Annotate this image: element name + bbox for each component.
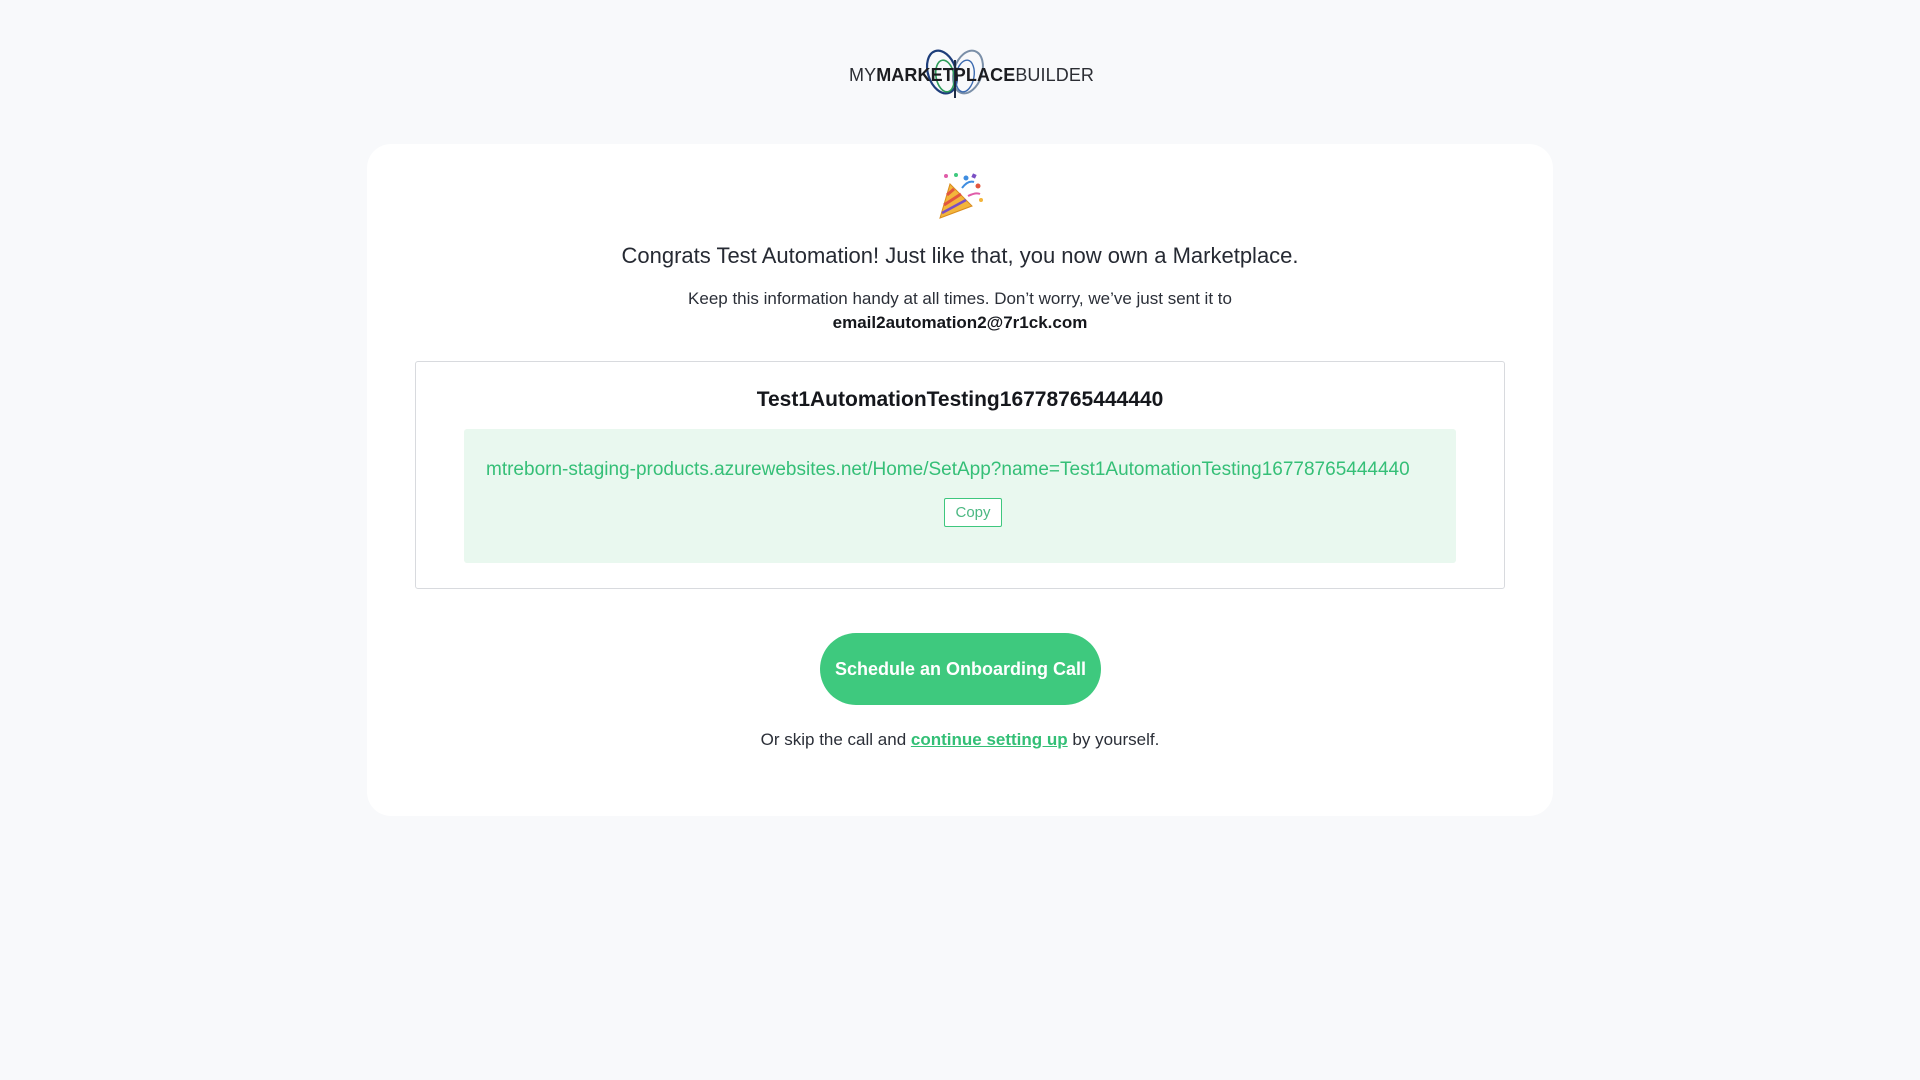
party-popper-icon	[939, 173, 983, 219]
brand-suffix: BUILDER	[1015, 65, 1095, 85]
continue-setting-up-link[interactable]: continue setting up	[911, 730, 1068, 749]
marketplace-name: Test1AutomationTesting16778765444440	[756, 388, 1164, 411]
copy-url-button[interactable]: Copy	[944, 498, 1002, 527]
marketplace-url[interactable]: mtreborn-staging-products.azurewebsites.…	[486, 459, 1436, 481]
congrats-headline: Congrats Test Automation! Just like that…	[621, 243, 1299, 268]
success-card: Congrats Test Automation! Just like that…	[367, 144, 1553, 816]
skip-text-after: by yourself.	[1072, 730, 1160, 749]
recipient-email: email2automation2@7r1ck.com	[832, 313, 1088, 332]
brand-prefix: MY	[849, 65, 877, 85]
marketplace-url-panel: mtreborn-staging-products.azurewebsites.…	[464, 429, 1456, 563]
skip-call-text: Or skip the call and continue setting up…	[367, 730, 1553, 750]
skip-text-before: Or skip the call and	[760, 730, 907, 749]
info-subline: Keep this information handy at all times…	[688, 289, 1232, 308]
marketplace-info-box: Test1AutomationTesting16778765444440 mtr…	[415, 361, 1505, 589]
schedule-onboarding-call-button[interactable]: Schedule an Onboarding Call	[820, 633, 1101, 705]
brand-wordmark: MYMARKETPLACEBUILDER	[849, 65, 1094, 86]
brand-logo: MYMARKETPLACEBUILDER	[849, 46, 1094, 106]
brand-middle: MARKETPLACE	[876, 65, 1016, 85]
